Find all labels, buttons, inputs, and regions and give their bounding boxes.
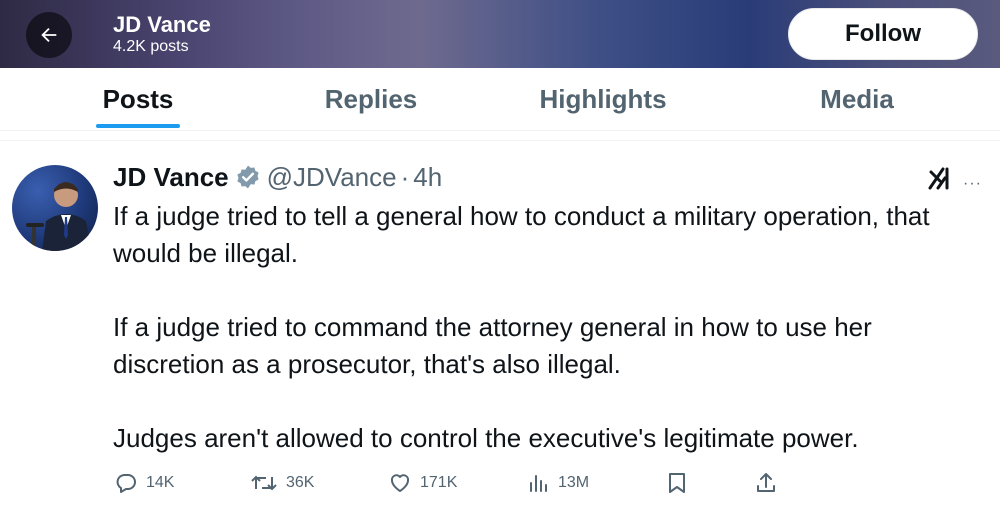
back-arrow-icon	[41, 27, 57, 43]
profile-tabs: Posts Replies Highlights Media	[0, 68, 1000, 131]
verified-badge-icon	[235, 164, 261, 190]
more-icon[interactable]: ···	[963, 175, 982, 193]
tab-replies[interactable]: Replies	[300, 68, 442, 130]
grok-icon[interactable]	[926, 164, 954, 197]
views-count: 13M	[558, 474, 590, 491]
back-button[interactable]	[26, 12, 72, 58]
tweet-paragraph: If a judge tried to tell a general how t…	[113, 198, 993, 272]
avatar[interactable]	[12, 165, 98, 251]
reply-button[interactable]: 14K	[114, 468, 174, 498]
tab-highlights[interactable]: Highlights	[520, 68, 686, 130]
header-name: JD Vance	[113, 12, 211, 37]
avatar-portrait	[26, 182, 92, 251]
tweet-line: Judges aren't allowed to control the exe…	[113, 423, 859, 453]
tweet-line: discretion as a prosecutor, that's also …	[113, 349, 621, 379]
like-button[interactable]: 171K	[388, 468, 457, 498]
tweet-author-name[interactable]: JD Vance	[113, 162, 229, 193]
views-button[interactable]: 13M	[528, 468, 589, 498]
tweet-line: would be illegal.	[113, 238, 299, 268]
divider	[0, 140, 1000, 141]
tweet-header: JD Vance @JDVance · 4h	[113, 160, 442, 194]
tweet-handle[interactable]: @JDVance	[267, 162, 397, 193]
views-icon	[530, 475, 547, 492]
repost-count: 36K	[286, 474, 315, 491]
repost-icon	[251, 475, 277, 491]
tweet-paragraph: Judges aren't allowed to control the exe…	[113, 420, 993, 457]
bookmark-button[interactable]	[666, 468, 688, 498]
profile-header: JD Vance 4.2K posts Follow	[0, 0, 1000, 68]
tab-media[interactable]: Media	[800, 68, 914, 130]
reply-icon	[116, 474, 136, 493]
active-tab-indicator	[96, 124, 180, 128]
like-count: 171K	[420, 474, 458, 491]
tweet-line: If a judge tried to tell a general how t…	[113, 201, 930, 231]
tweet-line: If a judge tried to command the attorney…	[113, 312, 872, 342]
tweet-paragraph: If a judge tried to command the attorney…	[113, 309, 993, 383]
header-post-count: 4.2K posts	[113, 38, 189, 55]
tweet-actions: 14K 36K 171K 13M	[0, 468, 1000, 498]
repost-button[interactable]: 36K	[250, 468, 314, 498]
reply-count: 14K	[146, 474, 175, 491]
bookmark-icon	[669, 473, 685, 493]
share-button[interactable]	[755, 468, 777, 498]
tweet-time[interactable]: 4h	[413, 162, 442, 193]
like-icon	[390, 474, 410, 492]
tweet-dot-separator: ·	[400, 161, 410, 192]
share-icon	[757, 473, 775, 492]
tab-posts[interactable]: Posts	[88, 68, 188, 130]
follow-button[interactable]: Follow	[788, 8, 978, 60]
